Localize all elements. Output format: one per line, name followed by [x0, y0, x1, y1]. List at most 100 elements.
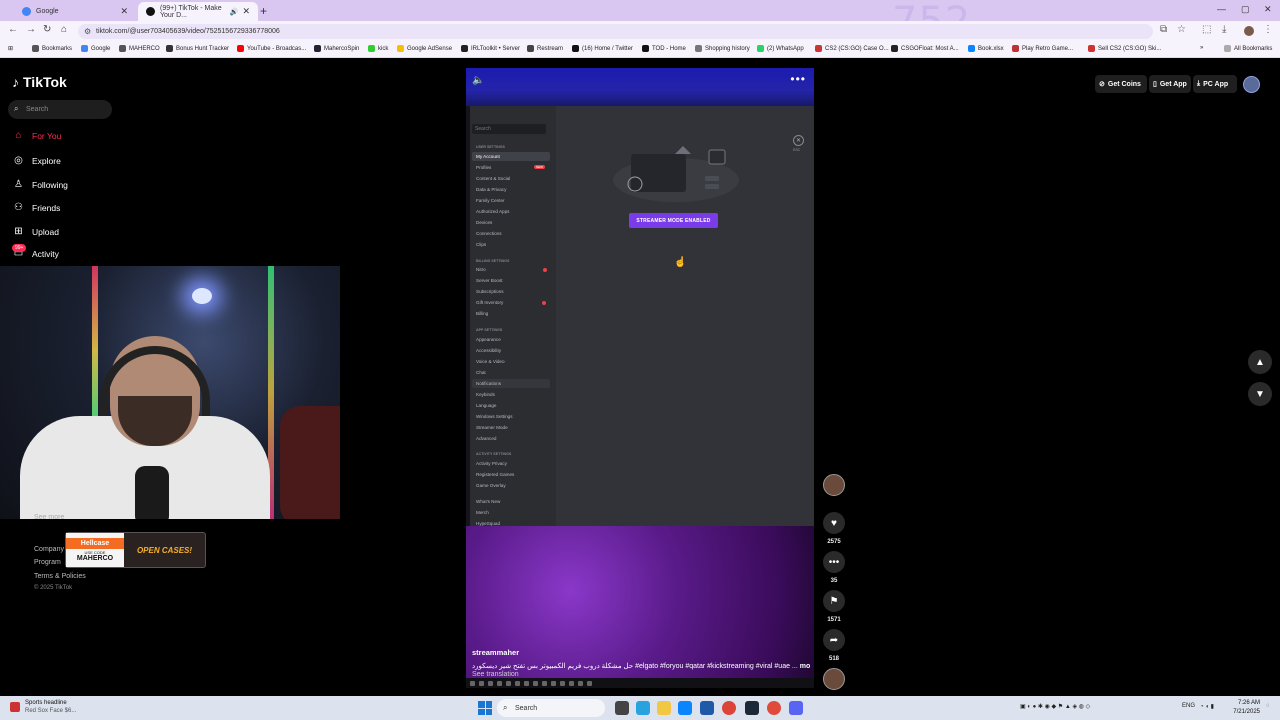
- footer-program[interactable]: Program: [34, 559, 61, 566]
- search-icon: ⌕: [14, 104, 19, 113]
- bookmark-icon: ⚑: [823, 590, 845, 612]
- sound-avatar-button[interactable]: [822, 668, 846, 690]
- start-button[interactable]: [478, 701, 492, 715]
- close-tab-icon[interactable]: ✕: [120, 6, 128, 17]
- steam-icon[interactable]: [745, 701, 759, 715]
- discord-icon[interactable]: [789, 701, 803, 715]
- more-bookmarks-icon[interactable]: »: [1200, 45, 1203, 51]
- bookmark-item[interactable]: YouTube - Broadcas...: [237, 45, 306, 52]
- forward-icon[interactable]: →: [26, 24, 36, 35]
- bookmark-item[interactable]: Bonus Hunt Tracker: [166, 45, 229, 52]
- next-video-button[interactable]: ▼: [1248, 382, 1272, 406]
- bookmark-item[interactable]: Sell CS2 (CS:GO) Ski...: [1088, 45, 1161, 52]
- creator-avatar-button[interactable]: [822, 474, 846, 496]
- webcam-overlay: [0, 266, 340, 519]
- reload-icon[interactable]: ↻: [43, 24, 51, 35]
- video-player[interactable]: 🔈 ••• Search USER SETTINGS My Account Pr…: [466, 68, 814, 688]
- caption-more-link[interactable]: more: [800, 663, 810, 670]
- close-tab-icon[interactable]: ✕: [242, 6, 250, 17]
- discord-item: Language: [476, 403, 497, 408]
- bookmark-item[interactable]: kick: [368, 45, 388, 52]
- store-icon[interactable]: [700, 701, 714, 715]
- search-input[interactable]: ⌕ Search: [8, 100, 112, 119]
- profile-avatar[interactable]: [1244, 26, 1254, 36]
- tiktok-logo[interactable]: ♪ TikTok: [12, 74, 67, 90]
- nav-upload[interactable]: ⊞ Upload: [12, 226, 59, 237]
- apps-icon[interactable]: ⊞: [8, 45, 13, 52]
- bookmark-item[interactable]: Restream: [527, 45, 563, 52]
- menu-icon[interactable]: ⋮: [1263, 24, 1273, 35]
- pc-app-button[interactable]: ⤓ PC App: [1193, 75, 1237, 93]
- hellcase-ad[interactable]: Hellcase USE CODE MAHERCO OPEN CASES!: [65, 532, 206, 568]
- network-icon[interactable]: ◔ ◖ ▮: [1200, 703, 1214, 710]
- bookmark-item[interactable]: CSGOFloat: Most A...: [891, 45, 959, 52]
- previous-video-button[interactable]: ▲: [1248, 350, 1272, 374]
- file-explorer-icon[interactable]: [657, 701, 671, 715]
- bookmark-item[interactable]: IRLToolkit • Server: [461, 45, 520, 52]
- bookmark-item[interactable]: MAHERCO: [119, 45, 160, 52]
- close-window-icon[interactable]: ✕: [1264, 4, 1272, 15]
- footer-terms[interactable]: Terms & Policies: [34, 573, 86, 580]
- edge-icon[interactable]: [636, 701, 650, 715]
- extensions-icon[interactable]: ⬚: [1202, 24, 1211, 35]
- esc-label: ESC: [793, 148, 801, 152]
- following-icon: ♙: [14, 179, 23, 190]
- tab-google[interactable]: Google ✕: [14, 2, 136, 21]
- bookmark-item[interactable]: Google: [81, 45, 110, 52]
- app-icon[interactable]: [767, 701, 781, 715]
- bookmark-item[interactable]: (2) WhatsApp: [757, 45, 804, 52]
- star-icon[interactable]: ☆: [1177, 24, 1186, 35]
- clock[interactable]: 7:26 AM 7/21/2025: [1232, 699, 1260, 717]
- site-info-icon[interactable]: ⚙: [84, 27, 91, 36]
- language-indicator[interactable]: ENG: [1182, 703, 1195, 709]
- bookmark-item[interactable]: TOD - Home: [642, 45, 686, 52]
- new-tab-button[interactable]: +: [260, 4, 267, 18]
- comment-button[interactable]: ••• 35: [822, 551, 846, 584]
- share-button[interactable]: ➦ 518: [822, 629, 846, 662]
- get-app-button[interactable]: ▯ Get App: [1149, 75, 1191, 93]
- url-input[interactable]: ⚙ tiktok.com/@user703405639/video/752515…: [78, 24, 1153, 39]
- see-translation-link[interactable]: See translation: [472, 671, 519, 678]
- more-options-icon[interactable]: •••: [790, 72, 806, 86]
- bookmark-item[interactable]: CS2 (CS:GO) Case O...: [815, 45, 889, 52]
- chrome-icon[interactable]: [722, 701, 736, 715]
- taskbar-search[interactable]: ⌕ Search: [497, 699, 605, 717]
- footer-company[interactable]: Company: [34, 546, 64, 553]
- footer-copyright: © 2025 TikTok: [34, 585, 73, 591]
- home-icon[interactable]: ⌂: [61, 24, 67, 35]
- tab-tiktok[interactable]: (99+) TikTok - Make Your D... 🔊 ✕: [138, 2, 258, 21]
- all-bookmarks[interactable]: All Bookmarks: [1224, 45, 1272, 52]
- nav-explore[interactable]: ◎ Explore: [12, 155, 61, 166]
- maximize-icon[interactable]: ▢: [1241, 4, 1250, 15]
- bookmark-item[interactable]: (16) Home / Twitter: [572, 45, 633, 52]
- nav-for-you[interactable]: ⌂ For You: [12, 130, 61, 141]
- get-coins-button[interactable]: ⊘ Get Coins: [1095, 75, 1147, 93]
- bookmark-item[interactable]: MahercoSpin: [314, 45, 359, 52]
- nav-friends[interactable]: ⚇ Friends: [12, 202, 60, 213]
- tray-icons[interactable]: ▣ ◐ ● ✱ ◉ ◆ ⚑ ▲ ◈ ◍ ◇: [1020, 703, 1090, 710]
- volume-icon[interactable]: 🔈: [472, 75, 484, 86]
- nav-following[interactable]: ♙ Following: [12, 179, 68, 190]
- bookmark-item[interactable]: Bookmarks: [32, 45, 72, 52]
- bookmark-item[interactable]: Google AdSense: [397, 45, 452, 52]
- install-icon[interactable]: ⧉: [1160, 24, 1167, 35]
- like-button[interactable]: ♥ 2575: [822, 512, 846, 545]
- download-icon[interactable]: ⤓: [1222, 24, 1226, 35]
- minimize-icon[interactable]: —: [1217, 4, 1226, 14]
- notification-icon[interactable]: ◌: [1266, 703, 1270, 709]
- save-button[interactable]: ⚑ 1571: [822, 590, 846, 623]
- news-widget[interactable]: Sports headline Red Sox Face $6...: [10, 699, 76, 715]
- discord-item: Appearance: [476, 337, 501, 342]
- taskview-icon[interactable]: [615, 701, 629, 715]
- discord-item: Chat: [476, 370, 486, 375]
- bookmark-item[interactable]: Book.xlsx: [968, 45, 1004, 52]
- user-avatar[interactable]: [1243, 76, 1260, 93]
- see-more-link[interactable]: See more: [34, 514, 64, 521]
- bookmark-item[interactable]: Shopping history: [695, 45, 750, 52]
- video-author[interactable]: streammaher: [472, 648, 519, 657]
- heart-icon: ♥: [823, 512, 845, 534]
- speaker-icon[interactable]: 🔊: [230, 8, 239, 16]
- bookmark-item[interactable]: Play Retro Game...: [1012, 45, 1073, 52]
- back-icon[interactable]: ←: [8, 24, 18, 35]
- edge-dev-icon[interactable]: [678, 701, 692, 715]
